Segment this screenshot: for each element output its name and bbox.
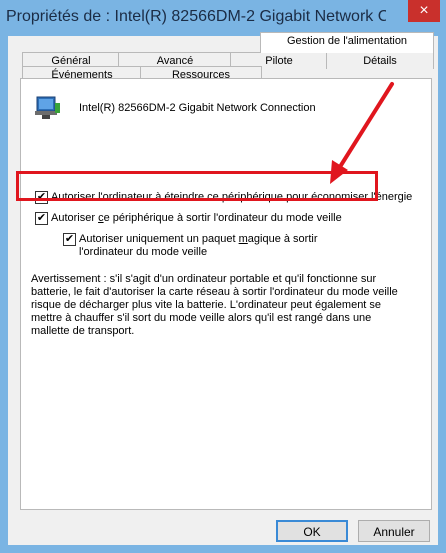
label-part: l'ordinateur du mode veille (79, 246, 208, 258)
allow-wake-label: Autoriser ce périphérique à sortir l'ord… (51, 212, 342, 224)
window-title: Propriétés de : Intel(R) 82566DM-2 Gigab… (6, 8, 386, 25)
power-management-panel: Intel(R) 82566DM-2 Gigabit Network Conne… (20, 78, 432, 510)
properties-dialog: Propriétés de : Intel(R) 82566DM-2 Gigab… (0, 0, 446, 553)
ok-button[interactable]: OK (276, 520, 348, 542)
cancel-button[interactable]: Annuler (358, 520, 430, 542)
close-icon: × (419, 2, 429, 19)
magic-packet-label: Autoriser uniquement un paquet magique à… (79, 233, 318, 259)
tab-label: Gestion de l'alimentation (286, 35, 408, 47)
label-part: agique à sortir (247, 233, 318, 245)
magic-packet-checkbox[interactable]: ✔ (63, 233, 76, 246)
tab-label: Pilote (265, 55, 293, 67)
warning-line: batterie, le fait d'autoriser la carte r… (31, 286, 398, 298)
label-part: e périphérique à sortir l'ordinateur du … (103, 212, 342, 224)
warning-line: mettre à chauffer s'il sort du mode veil… (31, 312, 372, 324)
highlight-annotation (16, 171, 378, 201)
warning-line: Avertissement : s'il s'agit d'un ordinat… (31, 273, 377, 285)
label-part: Autoriser (51, 212, 99, 224)
warning-line: risque de décharger plus vite la batteri… (31, 299, 382, 311)
warning-text: Avertissement : s'il s'agit d'un ordinat… (31, 273, 423, 338)
network-adapter-icon (35, 96, 60, 119)
close-button[interactable]: × (408, 0, 440, 22)
tab-details[interactable]: Détails (326, 52, 434, 69)
allow-wake-checkbox[interactable]: ✔ (35, 212, 48, 225)
warning-line: mallette de transport. (31, 325, 135, 337)
access-key: m (238, 233, 248, 245)
dialog-client-area: Général Avancé Pilote Détails Événements… (8, 32, 438, 545)
title-bar[interactable]: Propriétés de : Intel(R) 82566DM-2 Gigab… (0, 0, 446, 36)
label-part: Autoriser uniquement un paquet (79, 233, 239, 245)
tab-power-management[interactable]: Gestion de l'alimentation (260, 32, 434, 53)
device-name: Intel(R) 82566DM-2 Gigabit Network Conne… (79, 102, 316, 114)
tab-label: Détails (363, 55, 397, 67)
